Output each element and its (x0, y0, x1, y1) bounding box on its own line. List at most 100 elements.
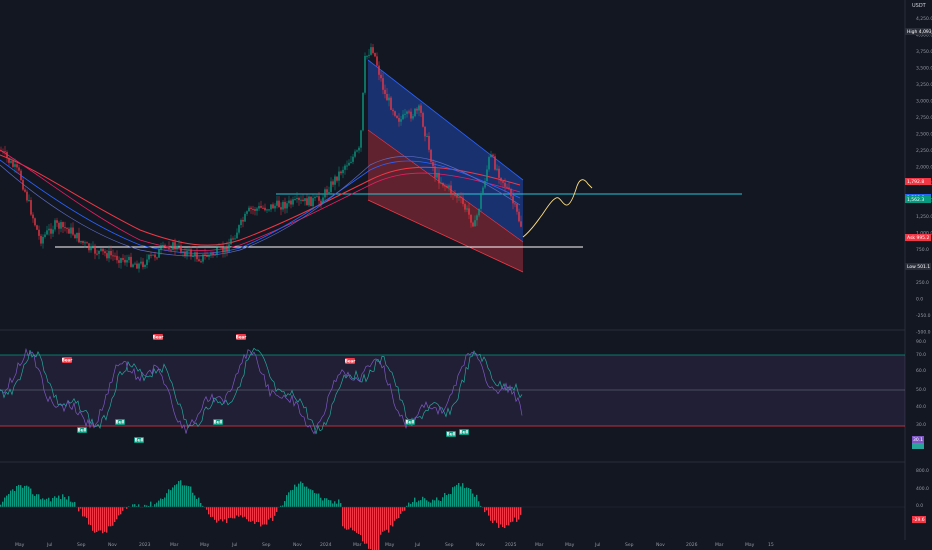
candle-body (400, 119, 402, 122)
macd-bar (352, 507, 354, 531)
candle-body (206, 254, 208, 257)
macd-bar (468, 487, 470, 507)
candle-body (132, 264, 134, 267)
macd-bar (98, 507, 100, 531)
macd-bar (284, 501, 286, 507)
macd-bar (444, 492, 446, 507)
macd-bar (478, 501, 480, 507)
macd-bar (310, 489, 312, 507)
candle-body (74, 234, 76, 239)
candle-body (286, 203, 288, 209)
macd-bar (286, 495, 288, 507)
macd-bar (458, 483, 460, 507)
candle-body (316, 196, 318, 198)
macd-bar (450, 494, 452, 507)
macd-bar (94, 507, 96, 533)
bear-signal: Bear (62, 357, 72, 363)
candle-body (446, 185, 448, 188)
candle-body (110, 250, 112, 256)
candle-body (48, 228, 50, 231)
candle-body (394, 111, 396, 116)
candle-body (236, 232, 238, 239)
macd-bar (434, 500, 436, 507)
candle-body (328, 192, 330, 194)
candle-body (180, 245, 182, 253)
macd-bar (346, 507, 348, 530)
candle-body (248, 207, 250, 212)
candle-body (450, 185, 452, 194)
macd-bar (432, 499, 434, 507)
macd-bar (322, 500, 324, 507)
candle-body (140, 261, 142, 264)
macd-bar (388, 507, 390, 533)
candle-body (6, 152, 8, 158)
candle-body (354, 151, 356, 157)
candle-body (38, 229, 40, 236)
macd-bar (496, 507, 498, 523)
candle-body (380, 74, 382, 79)
macd-bar (512, 507, 514, 522)
candle-body (310, 196, 312, 207)
macd-bar (196, 498, 198, 507)
candle-body (208, 254, 210, 257)
candle-body (104, 251, 106, 254)
candle-body (232, 238, 234, 240)
candle-body (20, 170, 22, 180)
macd-bar (232, 507, 234, 519)
candle-body (470, 214, 472, 223)
candle-body (240, 219, 242, 226)
macd-bar (114, 507, 116, 523)
macd-tick: 0.0 (916, 503, 923, 509)
candle-body (416, 108, 418, 111)
macd-bar (338, 499, 340, 507)
svg-text:Bull: Bull (406, 420, 415, 425)
candle-body (58, 222, 60, 229)
candle-body (138, 263, 140, 269)
macd-bar (24, 485, 26, 507)
candle-body (504, 182, 506, 187)
candle-body (364, 55, 366, 93)
time-tick: Jul (46, 542, 52, 548)
candle-body (76, 232, 78, 239)
candle-body (244, 213, 246, 222)
macd-bar (188, 486, 190, 507)
macd-bar (170, 490, 172, 507)
candle-body (214, 254, 216, 256)
macd-bar (464, 488, 466, 507)
price-chart[interactable]: Bear Bear Bear Bear Bull Bull Bull Bull Bull Bull… (0, 0, 932, 550)
candle-body (396, 115, 398, 118)
time-tick: Sep (77, 542, 86, 548)
price-tick: 750.0 (916, 247, 929, 253)
candle-body (304, 198, 306, 202)
macd-bar (430, 502, 432, 507)
macd-bar (460, 486, 462, 507)
time-tick: May (745, 542, 755, 548)
candle-body (184, 251, 186, 257)
macd-bar (412, 502, 414, 507)
candle-body (288, 200, 290, 204)
macd-bar (362, 507, 364, 542)
candle-body (384, 89, 386, 94)
macd-bar (22, 487, 24, 507)
macd-bar (454, 486, 456, 507)
macd-bar (58, 495, 60, 507)
candle-body (492, 154, 494, 157)
candle-body (270, 204, 272, 210)
macd-bar (318, 493, 320, 507)
macd-bar (510, 507, 512, 523)
time-tick: Jul (231, 542, 237, 548)
candle-body (326, 189, 328, 193)
candle-body (64, 227, 66, 229)
candle-body (168, 246, 170, 250)
candle-body (496, 168, 498, 170)
candle-body (466, 208, 468, 210)
price-tick: 3,750.0 (916, 49, 932, 55)
macd-bar (194, 495, 196, 507)
candle-body (124, 259, 126, 263)
candle-body (258, 206, 260, 209)
rsi-tick: 60.0 (916, 368, 926, 374)
macd-bar (398, 507, 400, 519)
macd-bar (206, 507, 208, 510)
macd-bar (260, 507, 262, 527)
candle-body (182, 251, 184, 253)
